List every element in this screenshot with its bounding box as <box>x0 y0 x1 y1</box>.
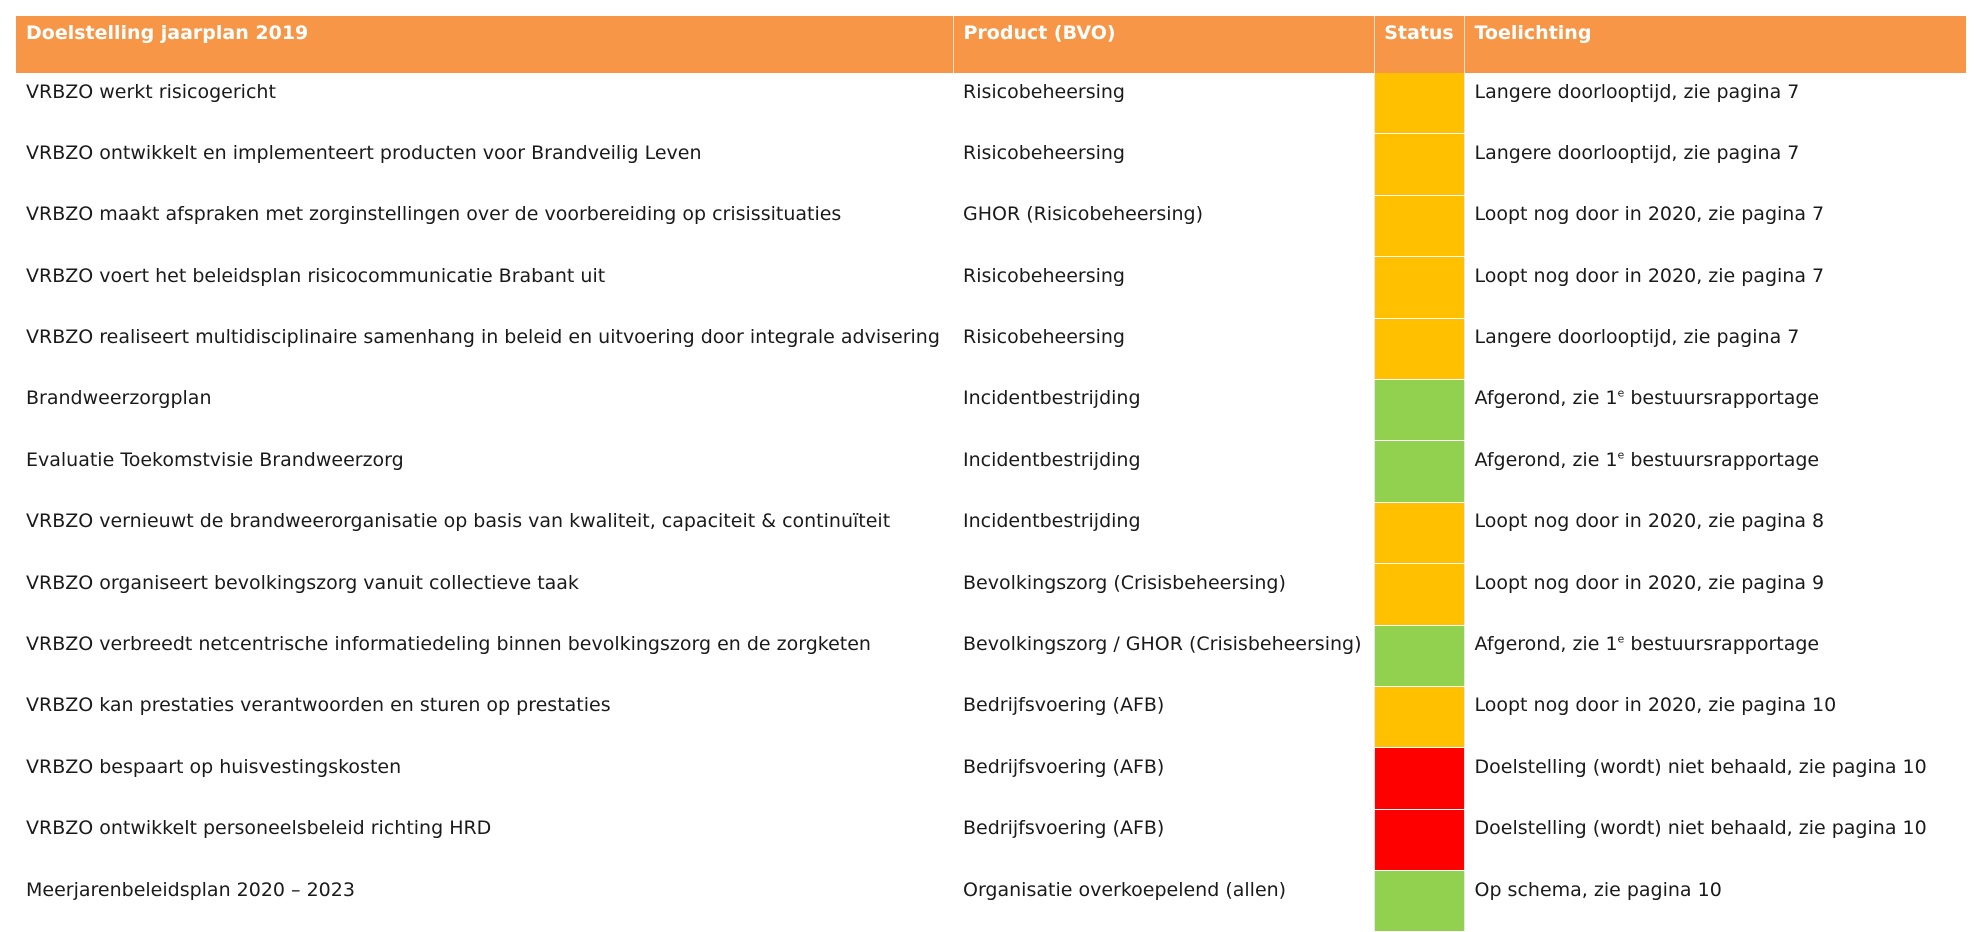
table-row: VRBZO maakt afspraken met zorginstelling… <box>16 195 1966 258</box>
product-cell: Risicobeheersing <box>963 81 1125 103</box>
status-cell <box>1373 379 1465 442</box>
goal-cell: VRBZO bespaart op huisvestingskosten <box>26 755 402 778</box>
status-indicator-green <box>1375 441 1463 502</box>
status-table: Doelstelling jaarplan 2019 Product (BVO)… <box>16 16 1966 932</box>
status-indicator-orange <box>1375 686 1463 747</box>
product-cell: Incidentbestrijding <box>963 387 1141 410</box>
status-indicator-red <box>1375 809 1463 870</box>
status-indicator-orange <box>1375 73 1463 133</box>
goal-cell: VRBZO ontwikkelt personeelsbeleid richti… <box>26 817 492 840</box>
status-cell <box>1373 625 1465 687</box>
status-indicator-orange <box>1375 195 1463 256</box>
status-cell <box>1373 318 1465 380</box>
table-row: VRBZO vernieuwt de brandweerorganisatie … <box>16 502 1966 565</box>
remark-cell: Langere doorlooptijd, zie pagina 7 <box>1474 326 1800 349</box>
status-indicator-orange <box>1375 134 1463 195</box>
table-row: VRBZO voert het beleidsplan risicocommun… <box>16 256 1966 319</box>
goal-cell: Brandweerzorgplan <box>26 387 212 410</box>
goal-cell: VRBZO kan prestaties verantwoorden en st… <box>26 694 611 717</box>
document-page: Doelstelling jaarplan 2019 Product (BVO)… <box>0 0 1981 932</box>
table-row: VRBZO werkt risicogericht Risicobeheersin… <box>16 73 1966 135</box>
header-row: Doelstelling jaarplan 2019 Product (BVO)… <box>16 16 1966 73</box>
product-cell: Bedrijfsvoering (AFB) <box>963 694 1165 717</box>
table-body: VRBZO werkt risicogericht Risicobeheersin… <box>16 73 1966 932</box>
remark-cell: Afgerond, zie 1e bestuursrapportage <box>1464 625 1966 686</box>
table-row: Meerjarenbeleidsplan 2020 – 2023 Organisa… <box>16 870 1966 932</box>
goal-cell: Meerjarenbeleidsplan 2020 – 2023 <box>26 878 355 901</box>
table-row: VRBZO ontwikkelt personeelsbeleid richti… <box>16 809 1966 872</box>
remark-cell: Afgerond, zie 1e bestuursrapportage <box>1464 379 1966 440</box>
goal-cell: VRBZO voert het beleidsplan risicocommun… <box>26 264 606 287</box>
status-cell <box>1373 747 1465 810</box>
status-cell <box>1373 133 1465 196</box>
product-cell: Incidentbestrijding <box>963 510 1141 533</box>
table-row: VRBZO organiseert bevolkingszorg vanuit … <box>16 563 1966 626</box>
goal-cell: VRBZO werkt risicogericht <box>26 81 276 103</box>
remark-cell: Loopt nog door in 2020, zie pagina 8 <box>1474 510 1825 533</box>
status-cell <box>1373 256 1465 319</box>
status-indicator-green <box>1375 871 1463 931</box>
status-indicator-green <box>1375 379 1463 440</box>
status-cell <box>1373 502 1465 565</box>
status-indicator-orange <box>1375 564 1463 625</box>
header-remark: Toelichting <box>1464 16 1966 73</box>
remark-cell: Afgerond, zie 1e bestuursrapportage <box>1464 441 1966 502</box>
remark-text: Afgerond, zie 1 <box>1474 387 1618 410</box>
remark-cell: Doelstelling (wordt) niet behaald, zie p… <box>1474 817 1927 840</box>
product-cell: Organisatie overkoepelend (allen) <box>963 878 1287 901</box>
goal-cell: VRBZO maakt afspraken met zorginstelling… <box>26 203 842 226</box>
product-cell: Risicobeheersing <box>963 326 1125 349</box>
product-cell: Bedrijfsvoering (AFB) <box>963 755 1165 778</box>
header-product: Product (BVO) <box>953 16 1375 73</box>
table-row: VRBZO kan prestaties verantwoorden en st… <box>16 686 1966 749</box>
remark-cell: Loopt nog door in 2020, zie pagina 9 <box>1474 571 1825 594</box>
product-cell: Risicobeheersing <box>963 264 1125 287</box>
status-cell <box>1373 686 1465 749</box>
status-indicator-orange <box>1375 257 1463 318</box>
table-row: VRBZO ontwikkelt en implementeert produc… <box>16 133 1966 196</box>
product-cell: Bevolkingszorg / GHOR (Crisisbeheersing) <box>963 633 1362 656</box>
status-cell <box>1373 870 1465 932</box>
product-cell: Bedrijfsvoering (AFB) <box>963 817 1165 840</box>
remark-cell: Loopt nog door in 2020, zie pagina 10 <box>1474 694 1837 717</box>
status-cell <box>1373 195 1465 258</box>
goal-cell: VRBZO verbreedt netcentrische informatie… <box>26 633 871 656</box>
status-indicator-orange <box>1375 318 1463 379</box>
header-goal: Doelstelling jaarplan 2019 <box>16 16 954 73</box>
table-row: Brandweerzorgplan Incidentbestrijding Afge… <box>16 379 1966 442</box>
goal-cell: Evaluatie Toekomstvisie Brandweerzorg <box>26 448 404 471</box>
remark-cell: Loopt nog door in 2020, zie pagina 7 <box>1474 264 1825 287</box>
remark-text: bestuursrapportage <box>1624 387 1820 410</box>
status-indicator-red <box>1375 748 1463 809</box>
goal-cell: VRBZO realiseert multidisciplinaire same… <box>26 326 940 349</box>
status-cell <box>1373 73 1465 135</box>
remark-cell: Loopt nog door in 2020, zie pagina 7 <box>1474 203 1825 226</box>
goal-cell: VRBZO vernieuwt de brandweerorganisatie … <box>26 510 891 533</box>
remark-cell: Op schema, zie pagina 10 <box>1474 878 1722 901</box>
table-row: VRBZO realiseert multidisciplinaire same… <box>16 318 1966 380</box>
status-cell <box>1373 563 1465 626</box>
table-row: Evaluatie Toekomstvisie Brandweerzorg Inc… <box>16 440 1966 503</box>
status-indicator-orange <box>1375 502 1463 563</box>
remark-cell: Langere doorlooptijd, zie pagina 7 <box>1474 81 1800 103</box>
table-row: VRBZO bespaart op huisvestingskosten Bedr… <box>16 747 1966 810</box>
remark-text: bestuursrapportage <box>1624 448 1820 471</box>
goal-cell: VRBZO organiseert bevolkingszorg vanuit … <box>26 571 579 594</box>
table-row: VRBZO verbreedt netcentrische informatie… <box>16 625 1966 687</box>
header-status: Status <box>1374 16 1465 73</box>
product-cell: Bevolkingszorg (Crisisbeheersing) <box>963 571 1286 594</box>
product-cell: Risicobeheersing <box>963 141 1125 164</box>
product-cell: GHOR (Risicobeheersing) <box>963 203 1204 226</box>
table-header: Doelstelling jaarplan 2019 Product (BVO)… <box>16 16 1966 73</box>
goal-cell: VRBZO ontwikkelt en implementeert produc… <box>26 141 702 164</box>
product-cell: Incidentbestrijding <box>963 448 1141 471</box>
remark-text: bestuursrapportage <box>1624 633 1820 656</box>
remark-cell: Langere doorlooptijd, zie pagina 7 <box>1474 141 1800 164</box>
status-cell <box>1373 809 1465 872</box>
remark-text: Afgerond, zie 1 <box>1474 633 1618 656</box>
status-cell <box>1373 440 1465 503</box>
remark-cell: Doelstelling (wordt) niet behaald, zie p… <box>1474 755 1927 778</box>
status-indicator-green <box>1375 625 1463 686</box>
remark-text: Afgerond, zie 1 <box>1474 448 1618 471</box>
